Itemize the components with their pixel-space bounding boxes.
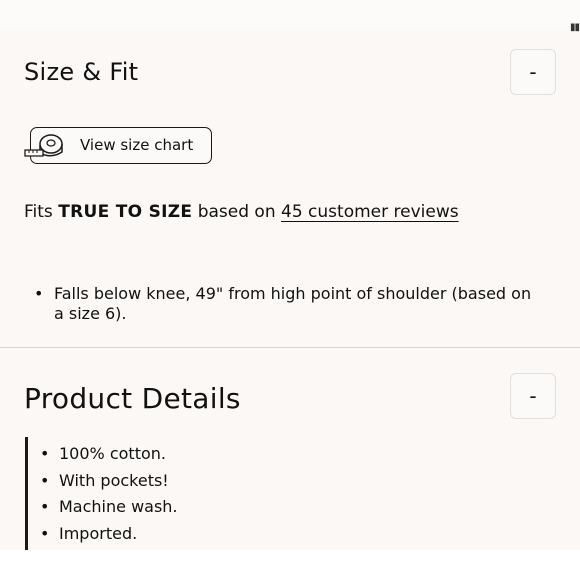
fit-summary: Fits TRUE TO SIZE based on 45 customer r…	[24, 202, 459, 222]
scrollbar[interactable]: ▮▮	[570, 22, 580, 36]
list-item: 100% cotton.	[40, 441, 178, 468]
section-divider	[0, 347, 580, 348]
list-item: With pockets!	[40, 468, 178, 495]
fit-rating: TRUE TO SIZE	[58, 202, 193, 222]
minus-icon: -	[529, 384, 537, 408]
list-item: Imported.	[40, 521, 178, 548]
bottom-strip	[0, 550, 580, 580]
list-item: Machine wash.	[40, 494, 178, 521]
measurement-text: Falls below knee, 49" from high point of…	[54, 284, 532, 323]
size-fit-title: Size & Fit	[24, 58, 139, 86]
view-size-chart-button[interactable]: View size chart	[24, 127, 212, 164]
details-accent-bar	[25, 437, 28, 550]
customer-reviews-link[interactable]: 45 customer reviews	[281, 202, 459, 222]
size-fit-collapse-button[interactable]: -	[510, 49, 556, 95]
measurement-list: Falls below knee, 49" from high point of…	[24, 284, 544, 324]
fit-prefix: Fits	[24, 202, 59, 222]
product-details-collapse-button[interactable]: -	[510, 373, 556, 419]
minus-icon: -	[529, 60, 537, 84]
view-size-chart-label: View size chart	[80, 136, 194, 154]
product-details-title: Product Details	[24, 382, 241, 415]
measuring-tape-icon	[24, 134, 63, 157]
list-item: Falls below knee, 49" from high point of…	[24, 284, 544, 324]
fit-middle: based on	[192, 202, 282, 222]
product-details-list: 100% cotton. With pockets! Machine wash.…	[40, 441, 178, 547]
top-strip	[0, 0, 580, 28]
